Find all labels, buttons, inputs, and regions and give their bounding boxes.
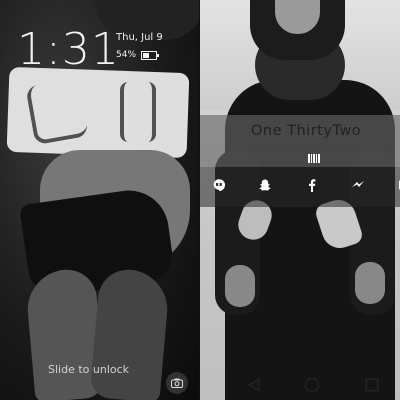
lock-date: Thu, Jul 9 — [116, 32, 163, 43]
messenger-icon[interactable] — [345, 172, 371, 198]
widget-title[interactable]: One ThirtyTwo — [251, 123, 361, 139]
wallpaper-shape — [225, 265, 255, 307]
wallpaper-shape — [25, 77, 89, 146]
slide-to-unlock[interactable]: Slide to unlock — [48, 363, 129, 376]
wallpaper-shape — [89, 267, 171, 400]
hangouts-icon[interactable] — [206, 172, 232, 198]
barcode-icon[interactable] — [308, 154, 320, 163]
battery-icon — [141, 50, 160, 60]
wallpaper-shape — [120, 82, 156, 142]
lock-screen: 1:31 Thu, Jul 9 54% Slide to unlock — [0, 0, 200, 400]
battery-status: 54% — [116, 50, 160, 60]
nav-bar — [200, 370, 400, 400]
battery-fill — [143, 52, 150, 58]
snapchat-icon[interactable] — [252, 172, 278, 198]
app-widget: One ThirtyTwo — [200, 115, 400, 207]
shortcut-row — [200, 172, 400, 202]
wallpaper-shape — [355, 262, 385, 304]
partial-icon[interactable] — [388, 172, 400, 198]
lock-clock: 1:31 — [17, 24, 120, 75]
recents-icon[interactable] — [360, 373, 384, 397]
facebook-icon[interactable] — [299, 172, 325, 198]
back-icon[interactable] — [242, 373, 266, 397]
home-icon[interactable] — [300, 373, 324, 397]
widget-rule — [240, 149, 388, 150]
camera-icon[interactable] — [166, 372, 188, 394]
battery-percent: 54% — [116, 50, 137, 60]
